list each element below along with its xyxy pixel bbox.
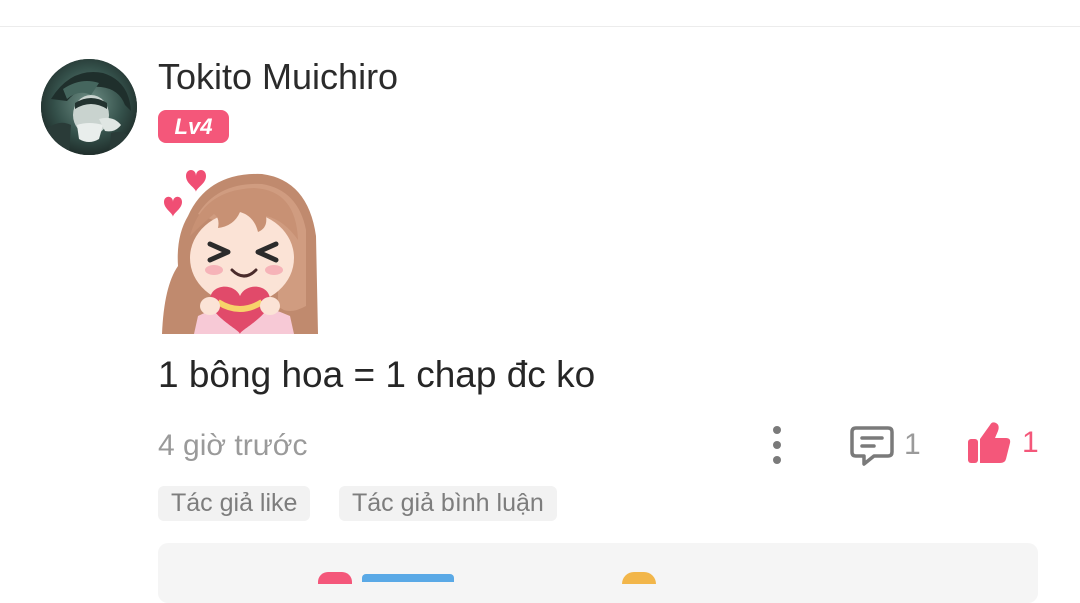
- author-commented-tag: Tác giả bình luận: [339, 486, 557, 521]
- like-button[interactable]: 1: [966, 419, 1039, 467]
- avatar-image: [41, 59, 137, 155]
- more-vertical-icon-dot: [773, 426, 781, 434]
- comment-text: 1 bông hoa = 1 chap đc ko: [158, 354, 596, 395]
- reply-badge: [362, 574, 454, 582]
- user-avatar[interactable]: [41, 59, 137, 155]
- top-divider: [0, 26, 1080, 27]
- comment-timestamp: 4 giờ trước: [158, 429, 308, 462]
- reply-heart-icon: [318, 572, 352, 584]
- reply-button[interactable]: 1: [850, 421, 921, 469]
- level-badge: Lv4: [158, 110, 229, 143]
- reply-preview-box[interactable]: [158, 543, 1038, 603]
- author-name[interactable]: Tokito Muichiro: [158, 56, 398, 98]
- reply-count: 1: [904, 428, 921, 461]
- like-count: 1: [1022, 426, 1039, 459]
- author-liked-tag: Tác giả like: [158, 486, 311, 521]
- more-vertical-icon-dot: [773, 456, 781, 464]
- thumbs-up-icon: [968, 422, 1011, 463]
- more-vertical-icon-dot: [773, 441, 781, 449]
- reply-emoji-icon: [622, 572, 656, 584]
- more-options-button[interactable]: [760, 423, 794, 467]
- sticker-image: [158, 166, 324, 334]
- comment-bubble-icon: [850, 426, 894, 466]
